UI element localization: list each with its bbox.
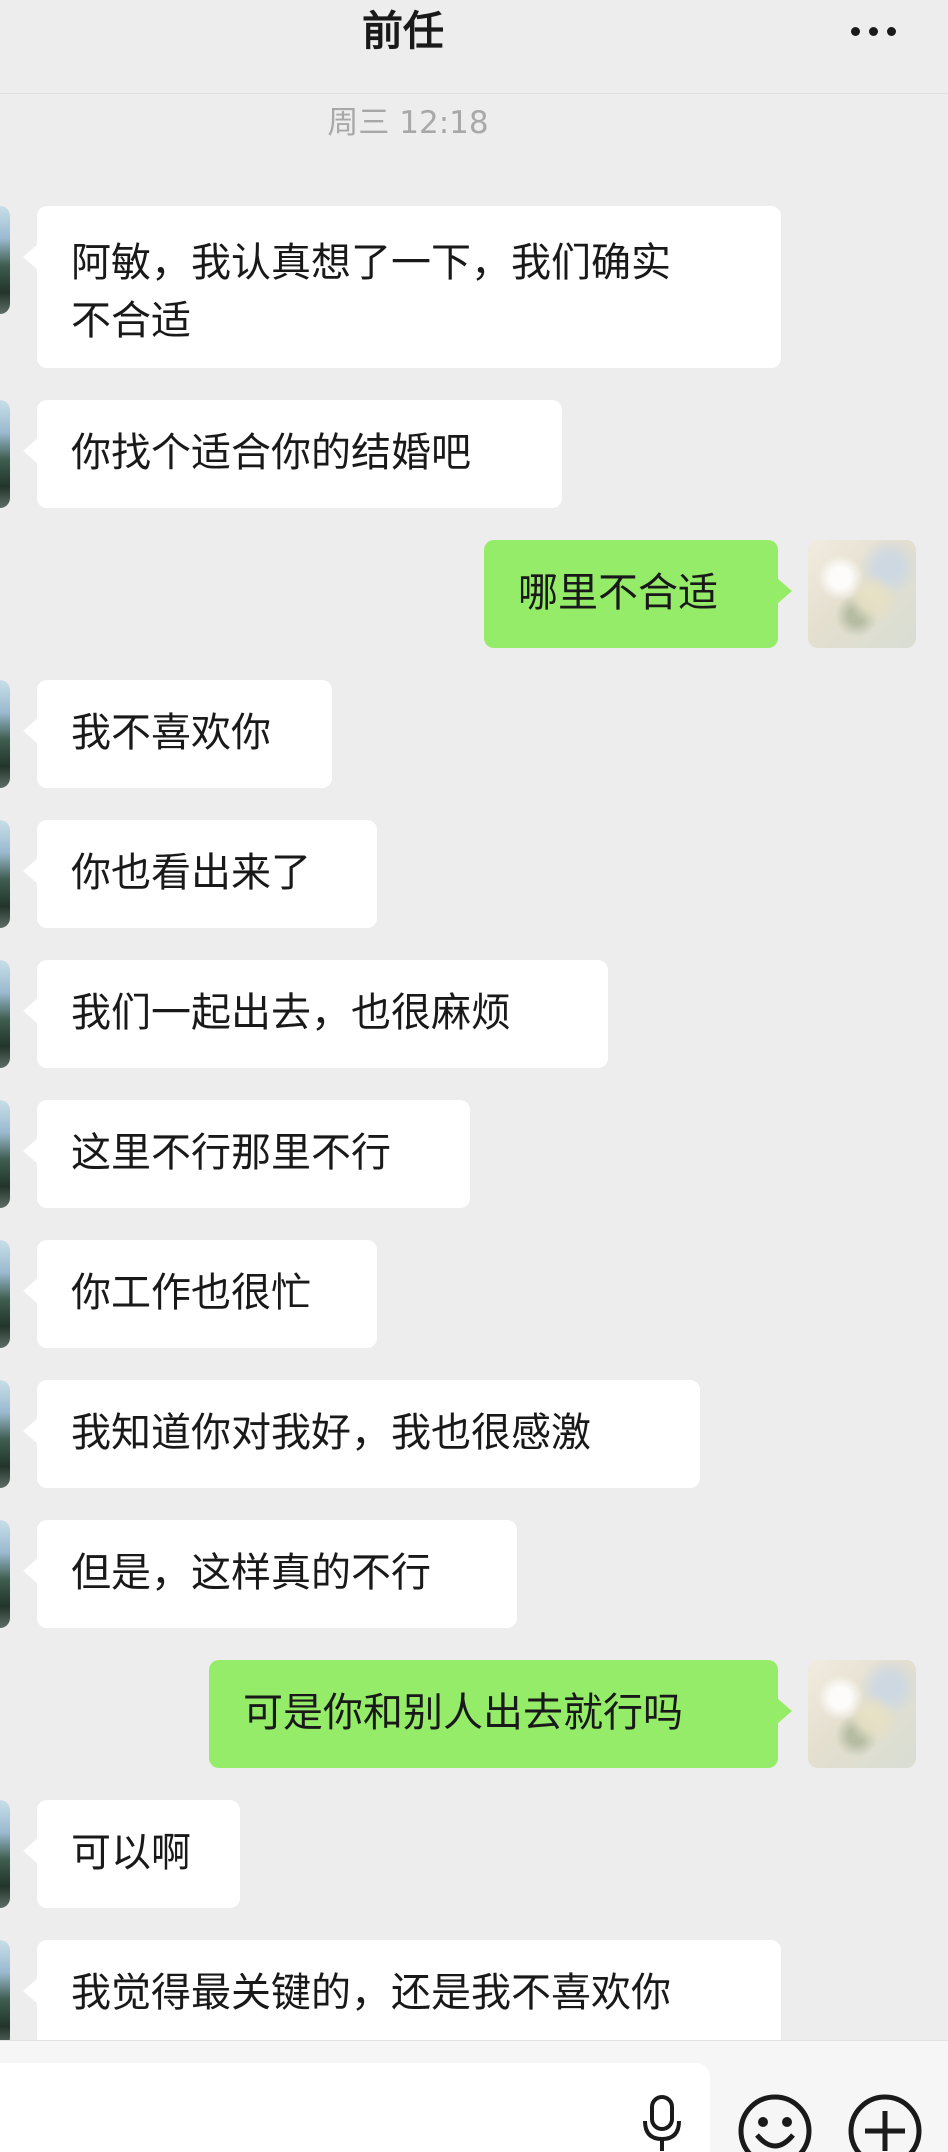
message-text: 可以啊 (71, 1830, 191, 1876)
contact-avatar[interactable] (0, 1380, 10, 1488)
my-avatar[interactable] (808, 1660, 916, 1768)
contact-avatar[interactable] (0, 1100, 10, 1208)
message-bubble-incoming[interactable]: 这里不行那里不行 (23, 1100, 470, 1208)
message-text: 我不喜欢你 (71, 710, 271, 756)
message-text: 你也看出来了 (71, 850, 311, 896)
more-options-button[interactable] (838, 6, 908, 56)
message-bubble-incoming[interactable]: 我不喜欢你 (23, 680, 332, 788)
message-input[interactable] (0, 2063, 710, 2152)
message-text: 你工作也很忙 (71, 1270, 311, 1316)
contact-avatar[interactable] (0, 820, 10, 928)
message-bubble-outgoing[interactable]: 哪里不合适 (484, 540, 792, 648)
message-line: 不合适 (71, 298, 191, 344)
contact-avatar[interactable] (0, 206, 10, 314)
contact-avatar[interactable] (0, 1520, 10, 1628)
message-bubble-incoming[interactable]: 但是，这样真的不行 (23, 1520, 517, 1628)
contact-avatar[interactable] (0, 1800, 10, 1908)
contact-avatar[interactable] (0, 680, 10, 788)
contact-avatar[interactable] (0, 1940, 10, 2048)
message-text: 我们一起出去，也很麻烦 (71, 990, 511, 1036)
message-text: 我觉得最关键的，还是我不喜欢你 (71, 1970, 671, 2016)
message-text: 可是你和别人出去就行吗 (243, 1690, 683, 1736)
plus-circle-icon[interactable] (847, 2093, 923, 2152)
microphone-icon[interactable] (640, 2093, 684, 2152)
message-bubble-incoming[interactable]: 我觉得最关键的，还是我不喜欢你 (23, 1940, 781, 2048)
chat-input-bar (0, 2040, 948, 2152)
message-text: 你找个适合你的结婚吧 (71, 430, 471, 476)
message-bubble-incoming[interactable]: 你也看出来了 (23, 820, 377, 928)
contact-avatar[interactable] (0, 1240, 10, 1348)
message-bubble-incoming[interactable]: 你工作也很忙 (23, 1240, 377, 1348)
contact-avatar[interactable] (0, 960, 10, 1068)
my-avatar[interactable] (808, 540, 916, 648)
chat-header: 前任 (0, 0, 948, 94)
more-horizontal-icon (850, 26, 860, 36)
emoji-smile-icon[interactable] (737, 2093, 813, 2152)
contact-avatar[interactable] (0, 400, 10, 508)
message-bubble-incoming[interactable]: 阿敏，我认真想了一下，我们确实 不合适 (23, 206, 781, 368)
chat-title: 前任 (362, 7, 444, 55)
message-bubble-incoming[interactable]: 你找个适合你的结婚吧 (23, 400, 562, 508)
message-bubble-incoming[interactable]: 可以啊 (23, 1800, 240, 1908)
message-bubble-incoming[interactable]: 我知道你对我好，我也很感激 (23, 1380, 700, 1488)
message-timestamp: 周三 12:18 (327, 105, 489, 141)
message-bubble-incoming[interactable]: 我们一起出去，也很麻烦 (23, 960, 608, 1068)
message-bubble-outgoing[interactable]: 可是你和别人出去就行吗 (209, 1660, 792, 1768)
message-text: 但是，这样真的不行 (71, 1550, 431, 1596)
message-text: 这里不行那里不行 (71, 1130, 391, 1176)
message-text: 哪里不合适 (518, 570, 718, 616)
message-text: 我知道你对我好，我也很感激 (71, 1410, 591, 1456)
message-line: 阿敏，我认真想了一下，我们确实 (71, 240, 671, 286)
